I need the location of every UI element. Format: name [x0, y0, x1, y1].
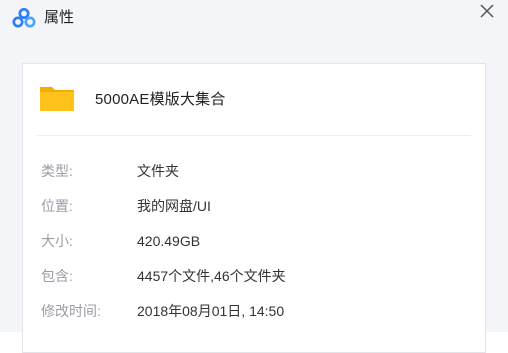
title-bar: 属性: [0, 0, 508, 40]
property-value: 2018年08月01日, 14:50: [137, 303, 285, 319]
properties-panel: 5000AE模版大集合 类型: 文件夹 位置: 我的网盘/UI 大小: 420.…: [22, 63, 486, 353]
property-label: 大小:: [41, 233, 73, 249]
property-row-location: 位置: 我的网盘/UI: [23, 195, 485, 217]
property-value: 420.49GB: [137, 233, 201, 249]
folder-icon: [37, 78, 77, 118]
baidu-netdisk-logo-icon: [12, 7, 36, 29]
divider: [37, 135, 471, 136]
property-label: 位置:: [41, 198, 73, 214]
property-row-contains: 包含: 4457个文件,46个文件夹: [23, 265, 485, 287]
file-header: 5000AE模版大集合: [23, 64, 485, 136]
property-value: 文件夹: [137, 163, 179, 179]
dialog-title: 属性: [44, 9, 75, 26]
property-row-type: 类型: 文件夹: [23, 160, 485, 182]
properties-dialog: 属性 5000AE模版大集合 类型: 文件夹 位置: 我的网盘/UI 大小: 4…: [0, 0, 508, 353]
property-label: 类型:: [41, 163, 73, 179]
close-icon[interactable]: [476, 0, 498, 22]
property-row-modified: 修改时间: 2018年08月01日, 14:50: [23, 300, 485, 322]
file-name: 5000AE模版大集合: [95, 91, 226, 108]
property-label: 修改时间:: [41, 303, 101, 319]
property-value: 我的网盘/UI: [137, 198, 211, 214]
property-row-size: 大小: 420.49GB: [23, 230, 485, 252]
property-value: 4457个文件,46个文件夹: [137, 268, 286, 284]
property-label: 包含:: [41, 268, 73, 284]
